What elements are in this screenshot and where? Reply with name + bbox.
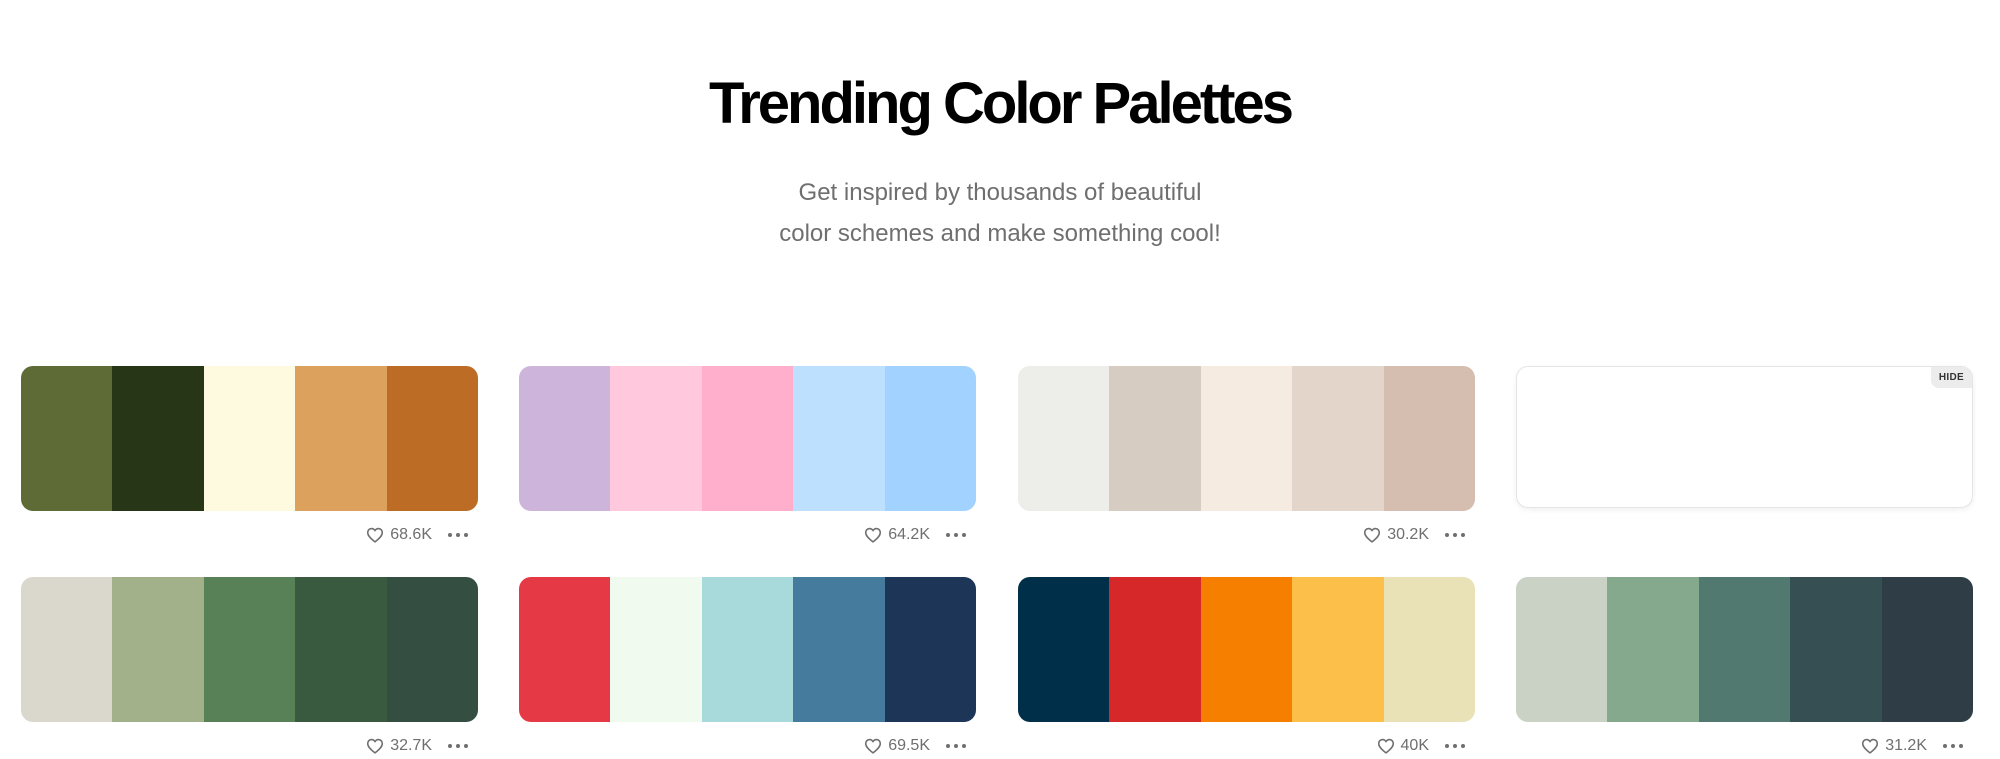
color-swatch[interactable] [519,577,611,722]
palette-meta: 68.6K [366,523,470,547]
color-swatch[interactable] [1200,366,1293,511]
palette-card[interactable]: 30.2K [1018,366,1475,543]
palette-swatches[interactable] [21,577,478,722]
like-button[interactable]: 30.2K [1363,526,1429,544]
more-dots-icon[interactable] [1443,736,1467,756]
like-count: 64.2K [888,526,930,543]
heart-icon [1364,527,1381,543]
palette-swatches[interactable] [1516,577,1973,722]
color-swatch[interactable] [203,366,296,511]
color-swatch[interactable] [519,366,611,511]
color-swatch[interactable] [1383,366,1475,511]
palette-swatches[interactable] [1018,366,1475,511]
more-dots-icon[interactable] [1941,736,1965,756]
heart-icon [865,527,882,543]
color-swatch[interactable] [701,366,794,511]
color-swatch[interactable] [793,577,885,722]
color-swatch[interactable] [1109,577,1201,722]
like-button[interactable]: 40K [1377,737,1429,755]
palette-card[interactable]: 68.6K [21,366,478,543]
like-button[interactable]: 64.2K [864,526,930,544]
palette-swatches[interactable] [21,366,478,511]
palette-card[interactable]: 40K [1018,577,1475,754]
color-swatch[interactable] [1292,577,1384,722]
palette-meta: 64.2K [864,523,968,547]
color-swatch[interactable] [1292,366,1384,511]
like-count: 30.2K [1387,526,1429,543]
color-swatch[interactable] [386,577,478,722]
color-swatch[interactable] [295,366,387,511]
color-swatch[interactable] [1200,577,1293,722]
more-dots-icon[interactable] [446,525,470,545]
heart-icon [367,738,384,754]
palette-meta: 30.2K [1363,523,1467,547]
color-swatch[interactable] [1383,577,1475,722]
page-subtitle: Get inspired by thousands of beautiful c… [0,172,2000,254]
palette-card[interactable]: 69.5K [519,577,976,754]
like-count: 40K [1400,737,1429,754]
subtitle-line-1: Get inspired by thousands of beautiful [798,179,1202,206]
palette-meta: 40K [1377,734,1467,758]
color-swatch[interactable] [884,577,976,722]
ad-slot: HIDE [1516,366,1973,508]
color-swatch[interactable] [610,366,702,511]
color-swatch[interactable] [386,366,478,511]
color-swatch[interactable] [701,577,794,722]
color-swatch[interactable] [884,366,976,511]
hide-button[interactable]: HIDE [1930,367,1972,388]
palette-card[interactable]: 64.2K [519,366,976,543]
palette-card[interactable]: 31.2K [1516,577,1973,754]
more-dots-icon[interactable] [1443,525,1467,545]
color-swatch[interactable] [1881,577,1973,722]
like-count: 69.5K [888,737,930,754]
color-swatch[interactable] [1516,577,1608,722]
color-swatch[interactable] [1698,577,1791,722]
color-swatch[interactable] [610,577,702,722]
like-button[interactable]: 32.7K [366,737,432,755]
color-swatch[interactable] [203,577,296,722]
palette-grid: 68.6K 64.2K 30.2K HIDE 32.7K 69.5K 40K 3… [21,366,1979,759]
color-swatch[interactable] [1018,577,1110,722]
palette-meta: 69.5K [864,734,968,758]
color-swatch[interactable] [1018,366,1110,511]
palette-swatches[interactable] [1018,577,1475,722]
color-swatch[interactable] [21,577,113,722]
like-count: 68.6K [390,526,432,543]
like-count: 32.7K [390,737,432,754]
heart-icon [865,738,882,754]
like-button[interactable]: 31.2K [1861,737,1927,755]
palette-swatches[interactable] [519,577,976,722]
subtitle-line-2: color schemes and make something cool! [779,220,1221,247]
more-dots-icon[interactable] [944,736,968,756]
palette-swatches[interactable] [519,366,976,511]
more-dots-icon[interactable] [944,525,968,545]
like-count: 31.2K [1885,737,1927,754]
color-swatch[interactable] [21,366,113,511]
palette-meta: 32.7K [366,734,470,758]
color-swatch[interactable] [112,366,204,511]
page-title: Trending Color Palettes [709,71,1294,136]
color-swatch[interactable] [1790,577,1882,722]
heart-icon [1862,738,1879,754]
heart-icon [367,527,384,543]
ad-placeholder: HIDE [1516,366,1973,508]
like-button[interactable]: 68.6K [366,526,432,544]
palette-card[interactable]: 32.7K [21,577,478,754]
color-swatch[interactable] [1109,366,1201,511]
heart-icon [1377,738,1394,754]
color-swatch[interactable] [112,577,204,722]
like-button[interactable]: 69.5K [864,737,930,755]
color-swatch[interactable] [295,577,387,722]
more-dots-icon[interactable] [446,736,470,756]
palette-meta: 31.2K [1861,734,1965,758]
color-swatch[interactable] [793,366,885,511]
color-swatch[interactable] [1607,577,1699,722]
